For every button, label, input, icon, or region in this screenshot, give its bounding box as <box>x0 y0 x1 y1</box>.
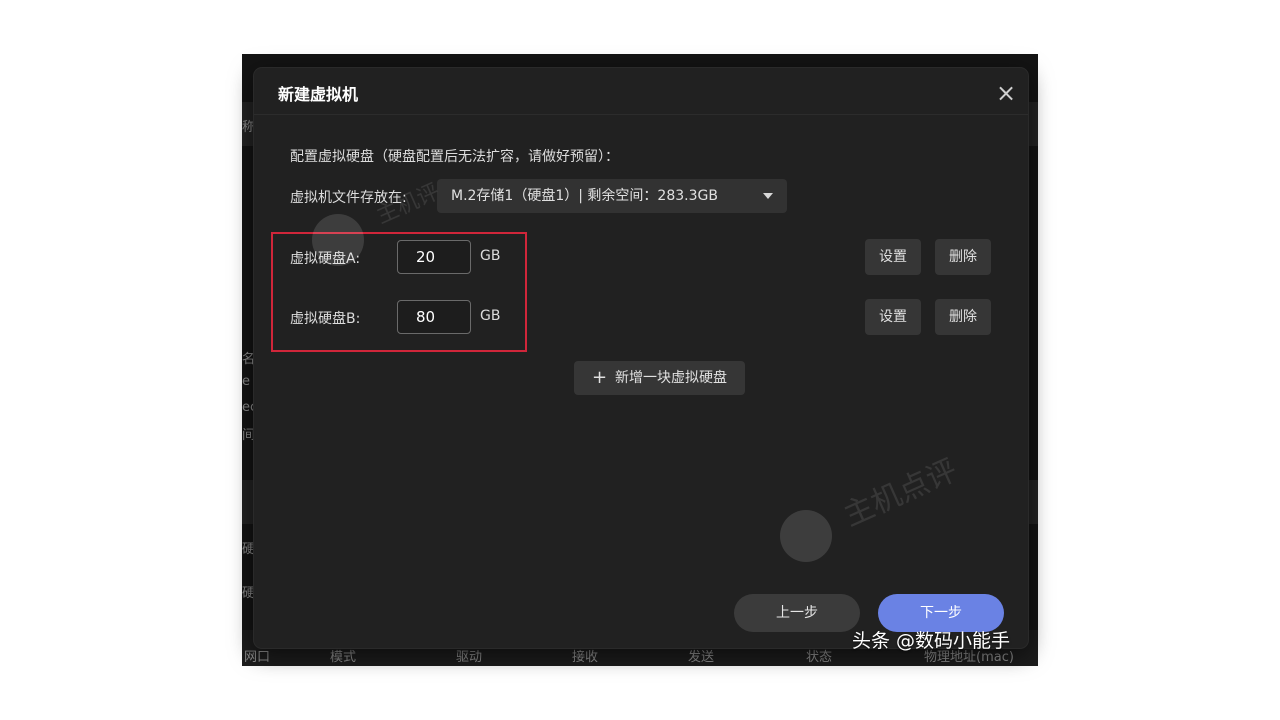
bg-fragment: e <box>242 374 250 389</box>
highlight-box <box>271 232 527 352</box>
new-vm-dialog: 新建虚拟机 × 配置虚拟硬盘（硬盘配置后无法扩容，请做好预留）： 虚拟机文件存放… <box>254 68 1028 648</box>
plus-icon: + <box>591 367 608 388</box>
disk-b-delete-button[interactable]: 删除 <box>935 299 991 335</box>
bg-col-driver: 驱动 <box>456 650 483 665</box>
chevron-down-icon <box>763 193 773 199</box>
source-credit: 头条 @数码小能手 <box>852 630 1011 652</box>
close-icon[interactable]: × <box>994 81 1018 106</box>
bg-col-tx: 发送 <box>688 650 715 665</box>
storage-select-value: M.2存储1（硬盘1）| 剩余空间：283.3GB <box>451 188 718 204</box>
add-disk-label: 新增一块虚拟硬盘 <box>615 370 728 386</box>
disk-a-settings-button[interactable]: 设置 <box>865 239 921 275</box>
watermark-text: 主机点评 <box>838 452 963 534</box>
bg-col-mode: 模式 <box>330 650 357 665</box>
title-divider <box>254 114 1028 115</box>
section-label: 配置虚拟硬盘（硬盘配置后无法扩容，请做好预留）： <box>290 149 619 165</box>
add-disk-button[interactable]: + 新增一块虚拟硬盘 <box>574 361 745 395</box>
prev-step-button[interactable]: 上一步 <box>734 594 860 632</box>
bg-col-rx: 接收 <box>572 650 599 665</box>
bg-col-status: 状态 <box>806 650 833 665</box>
dialog-title: 新建虚拟机 <box>278 85 359 104</box>
bg-col-port: 网口 <box>244 650 271 665</box>
storage-select[interactable]: M.2存储1（硬盘1）| 剩余空间：283.3GB <box>437 179 787 213</box>
watermark-text-small: 主机评 <box>372 179 444 230</box>
watermark-logo-icon <box>312 214 364 266</box>
disk-a-delete-button[interactable]: 删除 <box>935 239 991 275</box>
watermark-logo-icon <box>780 510 832 562</box>
disk-b-settings-button[interactable]: 设置 <box>865 299 921 335</box>
